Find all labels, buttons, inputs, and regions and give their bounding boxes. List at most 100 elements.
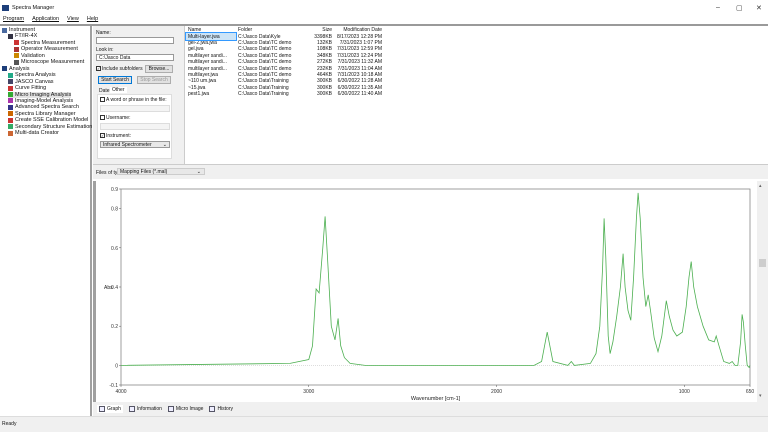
file-cell: 3398KB bbox=[314, 33, 332, 40]
tree-item[interactable]: Spectra Library Manager bbox=[8, 111, 76, 117]
file-cell: 6/30/2022 11:40 AM bbox=[337, 91, 382, 98]
menu-help[interactable]: Help bbox=[87, 16, 98, 22]
tree-item-icon bbox=[8, 85, 13, 91]
tree-item[interactable]: Multi-data Creator bbox=[8, 130, 59, 136]
tree-item[interactable]: Spectra Measurement bbox=[14, 40, 75, 46]
menu-program[interactable]: Program bbox=[3, 16, 24, 22]
file-cell: pest1.jwa bbox=[188, 91, 210, 98]
y-axis-label: Abs bbox=[104, 285, 113, 291]
title-bar: Spectra Manager – ▢ ✕ bbox=[0, 0, 768, 16]
tree-item-icon bbox=[8, 104, 13, 110]
tree-item[interactable]: Create SSE Calibration Model bbox=[8, 117, 88, 123]
file-cell: C:\Jasco Data\Training bbox=[238, 91, 289, 98]
tree-item-label: Curve Fitting bbox=[15, 85, 47, 92]
window-title: Spectra Manager bbox=[12, 5, 55, 11]
file-row[interactable]: gel-2.jwa.jwa C:\Jasco Data\TC demo 132KB 7… bbox=[186, 40, 384, 46]
include-subfolders-checkbox[interactable]: ✓ Include subfolders bbox=[96, 66, 143, 72]
tree-item-icon bbox=[8, 111, 13, 117]
menu-view[interactable]: View bbox=[67, 16, 79, 22]
tree-item[interactable]: Secondary Structure Estimation bbox=[8, 124, 92, 130]
name-input[interactable] bbox=[96, 37, 174, 44]
instrument-checkbox[interactable]: ✓ Instrument: bbox=[100, 133, 131, 139]
tree-item-icon bbox=[2, 66, 7, 72]
file-cell: 7/31/2023 10:18 AM bbox=[337, 71, 382, 78]
search-panel: Name: Look in: C:\Jasco Data ✓ Include su… bbox=[93, 26, 185, 164]
word-phrase-label: A word or phrase in the file: bbox=[106, 97, 167, 103]
x-tick-label: 4000 bbox=[115, 389, 126, 395]
spectrum-chart[interactable]: 0.90.80.60.40.20-0.14000 3000 2000 1000 650W… bbox=[96, 181, 757, 402]
tab-micro-image[interactable]: Micro Image bbox=[167, 405, 203, 413]
y-tick-label: 0 bbox=[115, 363, 118, 369]
tree-item-icon bbox=[8, 130, 13, 136]
tree-item-label: Advanced Spectra Search bbox=[15, 104, 79, 111]
file-cell: 8/17/2023 12:28 PM bbox=[336, 33, 382, 40]
scroll-up-icon[interactable]: ▴ bbox=[759, 183, 762, 189]
file-row[interactable]: ~110 um.jwa C:\Jasco Data\Training 300KB 6/… bbox=[186, 78, 384, 84]
tree-item-icon bbox=[8, 33, 13, 39]
close-button[interactable]: ✕ bbox=[756, 4, 762, 12]
tree-item[interactable]: Validation bbox=[14, 53, 45, 59]
minimize-button[interactable]: – bbox=[716, 4, 720, 11]
tab-information[interactable]: Information bbox=[128, 405, 162, 413]
tree-item[interactable]: Analysis bbox=[2, 66, 29, 72]
lookin-label: Look in: bbox=[96, 47, 114, 53]
menu-application[interactable]: Application bbox=[32, 16, 59, 22]
tree-item[interactable]: Advanced Spectra Search bbox=[8, 104, 79, 110]
tree-item-icon bbox=[14, 53, 19, 59]
tree-item[interactable]: JASCO Canvas bbox=[8, 79, 54, 85]
history-icon bbox=[209, 406, 216, 412]
scroll-thumb[interactable] bbox=[759, 259, 766, 267]
file-type-select[interactable]: Mapping Files (*.mal) ⌄ bbox=[117, 168, 205, 175]
x-tick-label: 650 bbox=[746, 389, 755, 395]
tree-item-label: Operator Measurement bbox=[21, 46, 78, 53]
username-checkbox[interactable]: Username: bbox=[100, 115, 130, 121]
tree-item[interactable]: Curve Fitting bbox=[8, 85, 46, 91]
tree-item[interactable]: Spectra Analysis bbox=[8, 72, 56, 78]
word-phrase-checkbox[interactable]: A word or phrase in the file: bbox=[100, 97, 167, 103]
file-cell: 7/31/2023 12:24 PM bbox=[336, 52, 382, 59]
browse-button[interactable]: Browse... bbox=[145, 65, 173, 73]
status-text: Ready bbox=[2, 421, 17, 427]
tree-item[interactable]: Imaging-Model Analysis bbox=[8, 98, 73, 104]
y-tick-label: 0.9 bbox=[111, 187, 118, 193]
tree-item-icon bbox=[8, 72, 13, 78]
tree-item[interactable]: Micro Imaging Analysis bbox=[8, 91, 72, 98]
tree-item[interactable]: FT/IR-4X bbox=[8, 33, 37, 39]
y-tick-label: 0.2 bbox=[111, 324, 118, 330]
file-type-bar: Files of type: Mapping Files (*.mal) ⌄ bbox=[93, 164, 768, 179]
start-search-button[interactable]: Start Search bbox=[98, 76, 132, 84]
instrument-select[interactable]: Infrared Spectrometer ⌄ bbox=[100, 141, 170, 148]
name-label: Name: bbox=[96, 30, 111, 36]
information-icon bbox=[128, 406, 135, 412]
lookin-input[interactable]: C:\Jasco Data bbox=[96, 54, 174, 61]
tree-item-label: JASCO Canvas bbox=[15, 78, 54, 85]
file-row[interactable]: multilayer sandi... C:\Jasco Data\TC demo… bbox=[186, 53, 384, 59]
tab-graph[interactable]: Graph bbox=[97, 405, 123, 413]
y-tick-label: 0.6 bbox=[111, 246, 118, 252]
tree-item-icon bbox=[8, 92, 13, 97]
tree-item-label: Analysis bbox=[9, 65, 30, 72]
file-row[interactable]: pest1.jwa C:\Jasco Data\Training 300KB 6/30… bbox=[186, 91, 384, 97]
micro-image-icon bbox=[167, 406, 174, 412]
tab-history[interactable]: History bbox=[209, 405, 233, 413]
tree-item[interactable]: Instrument bbox=[2, 27, 35, 33]
graph-icon bbox=[99, 406, 105, 412]
vertical-scrollbar[interactable]: ▴ ▾ bbox=[757, 181, 768, 402]
file-row[interactable]: multilayer.jwa C:\Jasco Data\TC demo 464KB… bbox=[186, 72, 384, 78]
scroll-down-icon[interactable]: ▾ bbox=[759, 393, 762, 399]
tab-other[interactable]: Other bbox=[110, 87, 127, 93]
file-row[interactable]: multilayer sandi... C:\Jasco Data\TC demo… bbox=[186, 65, 384, 72]
maximize-button[interactable]: ▢ bbox=[736, 4, 743, 12]
file-cell: 300KB bbox=[316, 91, 332, 98]
tree-item-label: Micro Imaging Analysis bbox=[15, 91, 72, 98]
tree-item-icon bbox=[8, 117, 13, 123]
file-row[interactable]: multilayer sandi... C:\Jasco Data\TC demo… bbox=[186, 59, 384, 65]
tree-item-label: Secondary Structure Estimation bbox=[15, 123, 93, 130]
menu-bar: Program Application View Help bbox=[0, 16, 768, 24]
tree-item[interactable]: Microscope Measurement bbox=[14, 59, 84, 65]
word-phrase-input[interactable] bbox=[100, 105, 170, 112]
username-input[interactable] bbox=[100, 123, 170, 130]
tree-item[interactable]: Operator Measurement bbox=[14, 46, 78, 52]
tree-item-label: Spectra Measurement bbox=[21, 39, 76, 46]
stop-search-button[interactable]: Stop Search bbox=[137, 76, 171, 84]
